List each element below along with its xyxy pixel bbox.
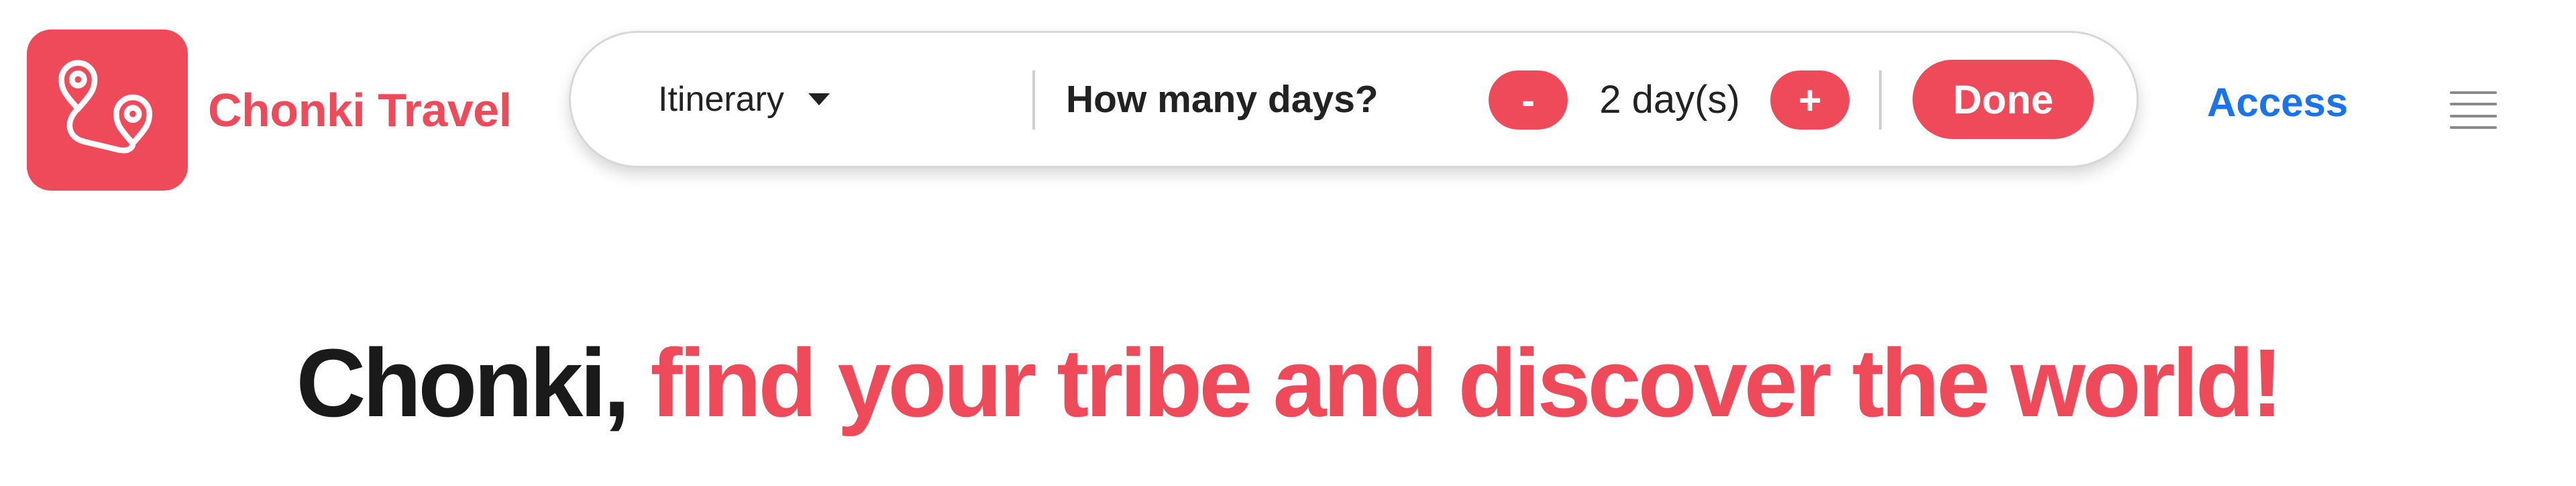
brand-name: Chonki Travel	[208, 84, 512, 136]
days-count-value: 2 day(s)	[1599, 77, 1740, 122]
menu-line	[2450, 91, 2497, 94]
days-question-label: How many days?	[1066, 78, 1379, 121]
search-divider	[1032, 70, 1035, 130]
hero-headline: Chonki, find your tribe and discover the…	[0, 330, 2576, 436]
menu-line	[2450, 126, 2497, 129]
trip-search-bar: Itinerary How many days? - 2 day(s) + Do…	[569, 31, 2139, 168]
done-button[interactable]: Done	[1913, 60, 2094, 139]
increment-days-button[interactable]: +	[1770, 70, 1849, 130]
menu-line	[2450, 114, 2497, 117]
hero-brand-text: Chonki,	[296, 329, 630, 438]
menu-line	[2450, 103, 2497, 106]
map-route-pins-icon	[27, 30, 188, 191]
decrement-days-button[interactable]: -	[1489, 70, 1568, 130]
access-link[interactable]: Access	[2207, 79, 2348, 126]
caret-down-icon	[808, 93, 830, 105]
hamburger-menu-icon[interactable]	[2450, 91, 2497, 129]
itinerary-dropdown[interactable]: Itinerary	[658, 33, 830, 166]
brand-logo-link[interactable]: Chonki Travel	[27, 30, 512, 191]
itinerary-dropdown-label: Itinerary	[658, 80, 784, 119]
hero-tagline-text: find your tribe and discover the world!	[650, 329, 2283, 438]
search-divider	[1879, 70, 1882, 130]
